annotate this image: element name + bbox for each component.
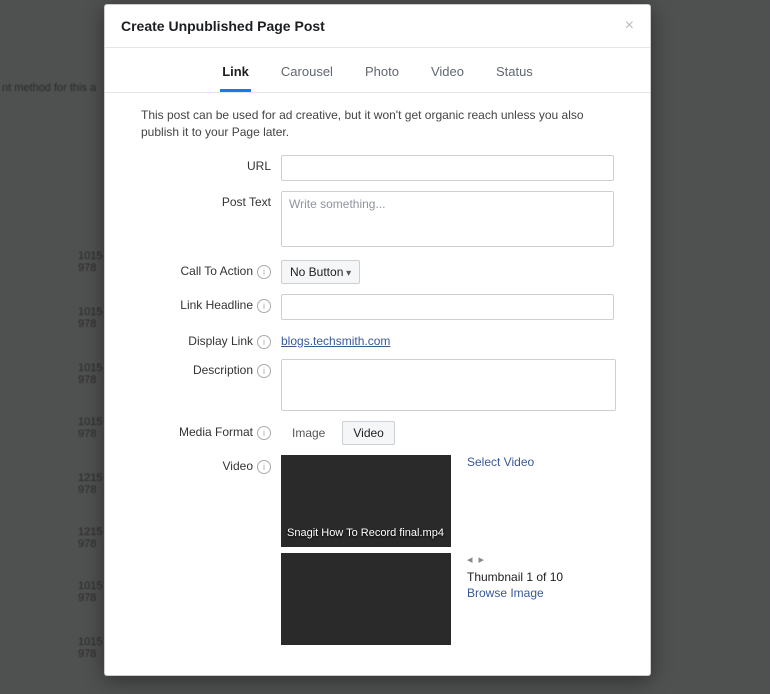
info-note: This post can be used for ad creative, b… [141, 107, 614, 141]
info-icon: i [257, 299, 271, 313]
label-media-format: Media Formati [141, 421, 281, 440]
media-format-tabs: Image Video [281, 421, 614, 445]
post-type-tabs: Link Carousel Photo Video Status [105, 48, 650, 93]
browse-image-link[interactable]: Browse Image [467, 586, 563, 600]
description-input[interactable] [281, 359, 616, 411]
info-icon: i [257, 460, 271, 474]
label-headline: Link Headlinei [141, 294, 281, 313]
tab-status[interactable]: Status [494, 58, 535, 92]
tab-carousel[interactable]: Carousel [279, 58, 335, 92]
info-icon: i [257, 426, 271, 440]
label-video: Videoi [141, 455, 281, 474]
info-icon: i [257, 335, 271, 349]
media-tab-video[interactable]: Video [342, 421, 394, 445]
pager-next-icon[interactable]: ▸ [479, 553, 485, 566]
select-video-link[interactable]: Select Video [467, 455, 534, 469]
video-thumbnail-main[interactable]: Snagit How To Record final.mp4 [281, 455, 451, 547]
label-cta: Call To Actioni [141, 260, 281, 279]
label-description: Descriptioni [141, 359, 281, 378]
label-post-text: Post Text [141, 191, 281, 209]
tab-link[interactable]: Link [220, 58, 251, 92]
post-text-input[interactable] [281, 191, 614, 247]
modal-title: Create Unpublished Page Post [121, 18, 625, 34]
video-thumbnail-preview[interactable] [281, 553, 451, 645]
info-icon: i [257, 265, 271, 279]
pager-prev-icon[interactable]: ◂ [467, 553, 473, 566]
info-icon: i [257, 364, 271, 378]
cta-dropdown[interactable]: No Button [281, 260, 360, 284]
modal-header: Create Unpublished Page Post × [105, 5, 650, 48]
media-tab-image[interactable]: Image [281, 421, 336, 445]
headline-input[interactable] [281, 294, 614, 320]
video-file-title: Snagit How To Record final.mp4 [287, 526, 444, 540]
thumbnail-pager: ◂ ▸ [467, 553, 563, 566]
create-post-modal: Create Unpublished Page Post × Link Caro… [104, 4, 651, 676]
thumbnail-counter: Thumbnail 1 of 10 [467, 570, 563, 584]
label-url: URL [141, 155, 281, 173]
tab-photo[interactable]: Photo [363, 58, 401, 92]
label-display-link: Display Linki [141, 330, 281, 349]
close-icon[interactable]: × [625, 17, 634, 35]
url-input[interactable] [281, 155, 614, 181]
tab-video[interactable]: Video [429, 58, 466, 92]
display-link-value[interactable]: blogs.techsmith.com [281, 334, 390, 348]
